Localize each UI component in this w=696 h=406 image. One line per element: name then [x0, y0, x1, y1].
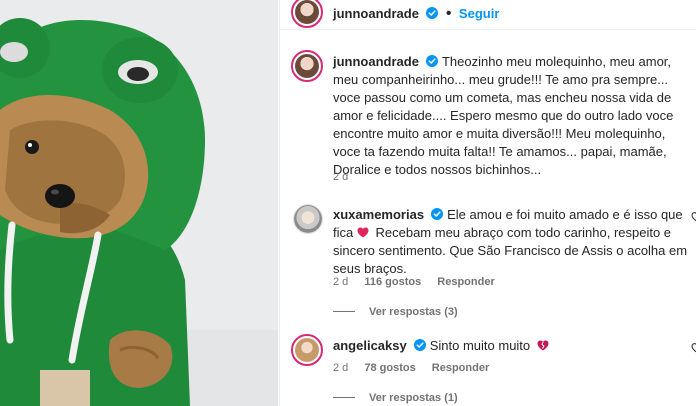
post-sidebar: junnoandrade • Seguir junnoandrade Theozi… [279, 0, 696, 406]
broken-heart-icon [537, 340, 549, 351]
comment-avatar-xuxamemorias[interactable] [293, 204, 323, 234]
comment-time[interactable]: 2 d [333, 362, 348, 374]
header-username[interactable]: junnoandrade [333, 6, 419, 21]
post-header: junnoandrade • Seguir [280, 0, 696, 30]
comment-meta-xuxamemorias: 2 d 116 gostos Responder [333, 276, 508, 288]
comment-text-xuxamemorias: xuxamemorias Ele amou e foi muito amado e… [333, 206, 689, 278]
comment-body-angelicaksy: Sinto muito muito [429, 338, 531, 353]
comment-likes[interactable]: 116 gostos [364, 276, 421, 288]
comment-body-b-xuxamemorias: Recebam meu abraço com todo carinho, res… [333, 225, 688, 276]
verified-badge-icon [425, 55, 438, 67]
header-separator: • [445, 5, 452, 22]
verified-badge-icon [431, 208, 444, 220]
like-heart-icon[interactable] [691, 342, 696, 354]
comment-username-angelicaksy[interactable]: angelicaksy [333, 338, 407, 353]
replies-divider [333, 311, 355, 312]
caption-avatar[interactable] [291, 50, 323, 82]
view-replies-label[interactable]: Ver respostas (1) [369, 392, 458, 404]
reply-button[interactable]: Responder [437, 276, 494, 288]
caption-meta: 2 d [333, 171, 361, 183]
verified-badge-icon [413, 339, 426, 351]
caption-body: Theozinho meu molequinho, meu amor, meu … [333, 54, 674, 177]
view-replies-label[interactable]: Ver respostas (3) [369, 306, 458, 318]
view-replies-xuxamemorias[interactable]: Ver respostas (3) [333, 306, 458, 318]
heart-icon [357, 227, 369, 238]
follow-button[interactable]: Seguir [459, 6, 499, 21]
reply-button[interactable]: Responder [432, 362, 489, 374]
caption-text: junnoandrade Theozinho meu molequinho, me… [333, 53, 689, 179]
comment-likes[interactable]: 78 gostos [364, 362, 415, 374]
caption-time[interactable]: 2 d [333, 171, 348, 183]
comment-username-xuxamemorias[interactable]: xuxamemorias [333, 207, 424, 222]
header-avatar[interactable] [291, 0, 323, 28]
verified-badge-icon [426, 7, 439, 19]
header-user-line: junnoandrade • Seguir [333, 5, 499, 23]
comment-text-angelicaksy: angelicaksy Sinto muito muito [333, 337, 689, 355]
replies-divider [333, 397, 355, 398]
like-heart-icon[interactable] [691, 211, 696, 223]
comment-time[interactable]: 2 d [333, 276, 348, 288]
comment-avatar-angelicaksy[interactable] [291, 334, 323, 366]
caption-username[interactable]: junnoandrade [333, 54, 419, 69]
post-photo[interactable] [0, 0, 278, 406]
view-replies-angelicaksy[interactable]: Ver respostas (1) [333, 392, 458, 404]
comment-meta-angelicaksy: 2 d 78 gostos Responder [333, 362, 502, 374]
dog-in-frog-hoodie-image [0, 0, 278, 406]
